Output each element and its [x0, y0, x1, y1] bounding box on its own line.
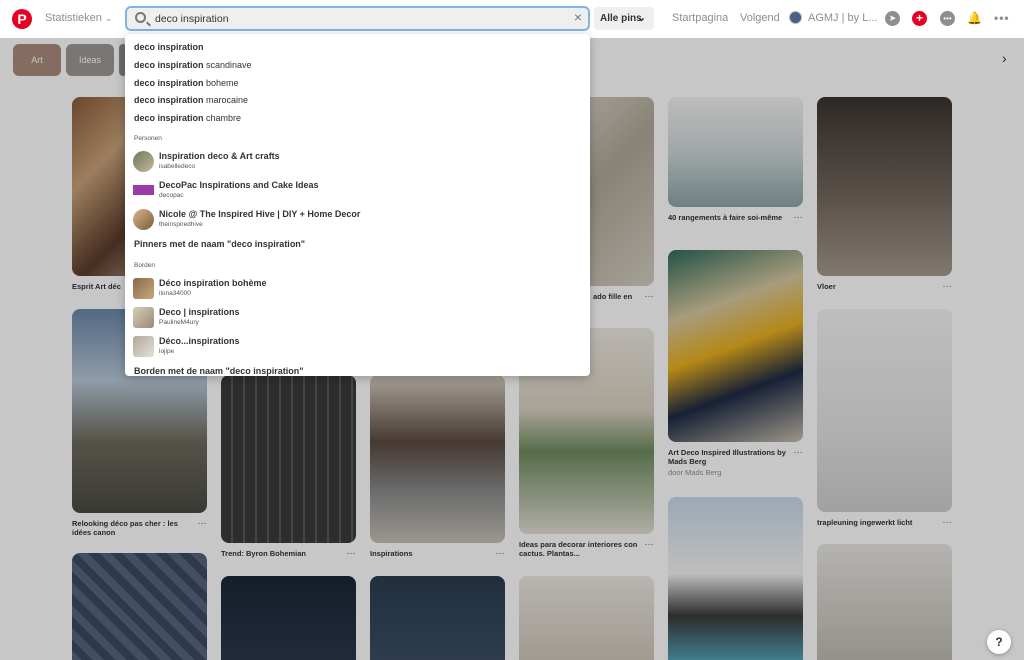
- board-result[interactable]: Déco inspiration bohème ilona34000: [125, 274, 590, 303]
- person-result[interactable]: DecoPac Inspirations and Cake Ideas decop…: [125, 176, 590, 205]
- board-thumbnail: [133, 335, 154, 357]
- person-avatar: [133, 208, 154, 230]
- board-owner: ilona34000: [159, 290, 191, 298]
- person-name: Inspiration deco & Art crafts: [159, 151, 280, 162]
- person-handle: isabelledeco: [159, 163, 196, 171]
- board-owner: PaulineM4ury: [159, 319, 199, 327]
- notifications-bell-icon[interactable]: 🔔: [967, 11, 982, 26]
- chevron-down-icon: ⌄: [104, 13, 113, 23]
- nav-following[interactable]: Volgend: [740, 12, 780, 24]
- board-thumbnail: [133, 306, 154, 328]
- board-owner: lojipe: [159, 348, 175, 356]
- suggestion-item[interactable]: deco inspiration chambre: [125, 110, 590, 128]
- board-thumbnail: [133, 277, 154, 299]
- board-result[interactable]: Deco | inspirations PaulineM4ury: [125, 303, 590, 332]
- people-section-title: Personen: [134, 134, 162, 142]
- nav-home[interactable]: Startpagina: [672, 12, 728, 24]
- search-icon: [135, 12, 146, 23]
- top-header: P Statistieken⌄ × Alle pins⌄ Startpagina…: [0, 0, 1024, 38]
- profile-name[interactable]: AGMJ | by L...: [808, 12, 878, 24]
- help-button[interactable]: ?: [987, 630, 1011, 654]
- board-name: Deco | inspirations: [159, 307, 240, 318]
- suggestion-item[interactable]: deco inspiration: [125, 39, 590, 57]
- clear-search-icon[interactable]: ×: [574, 9, 582, 25]
- statistics-label: Statistieken: [45, 12, 102, 24]
- more-options-icon[interactable]: •••: [994, 11, 1009, 26]
- search-filter-dropdown[interactable]: Alle pins ⌄: [594, 7, 654, 30]
- boards-section-title: Borden: [134, 261, 155, 269]
- suggestion-query: deco inspiration: [134, 59, 204, 70]
- pinterest-app: P Statistieken⌄ × Alle pins⌄ Startpagina…: [0, 0, 1024, 660]
- person-avatar: [133, 185, 154, 196]
- suggestion-query: deco inspiration: [134, 42, 204, 52]
- suggestion-completion: boheme: [203, 77, 239, 88]
- search-filter-label: Alle pins: [600, 13, 642, 24]
- suggestion-query: deco inspiration: [134, 113, 204, 124]
- suggestion-completion: chambre: [203, 113, 242, 124]
- suggestion-item[interactable]: deco inspiration scandinave: [125, 57, 590, 75]
- person-handle: decopac: [159, 192, 184, 200]
- profile-avatar[interactable]: [789, 11, 802, 24]
- boards-search-link[interactable]: Borden met de naam "deco inspiration": [125, 361, 590, 382]
- suggestion-completion: marocaine: [203, 95, 249, 106]
- person-result[interactable]: Inspiration deco & Art crafts isabelledec…: [125, 147, 590, 176]
- statistics-menu[interactable]: Statistieken ⌄: [45, 12, 112, 24]
- person-result[interactable]: Nicole @ The Inspired Hive | DIY + Home …: [125, 205, 590, 234]
- suggestion-item[interactable]: deco inspiration marocaine: [125, 92, 590, 110]
- search-bar[interactable]: ×: [125, 6, 590, 31]
- board-result[interactable]: Déco...inspirations lojipe: [125, 332, 590, 361]
- messages-icon[interactable]: •••: [940, 11, 955, 26]
- chevron-down-icon: ⌄: [636, 12, 646, 24]
- create-plus-icon[interactable]: +: [912, 11, 927, 26]
- suggestion-query: deco inspiration: [134, 95, 204, 106]
- suggestion-completion: scandinave: [203, 59, 252, 70]
- pinterest-logo-icon[interactable]: P: [12, 9, 32, 29]
- person-name: DecoPac Inspirations and Cake Ideas: [159, 180, 319, 191]
- person-handle: theinspiredhive: [159, 221, 203, 229]
- board-name: Déco...inspirations: [159, 336, 240, 347]
- suggestion-query: deco inspiration: [134, 77, 204, 88]
- suggestion-item[interactable]: deco inspiration boheme: [125, 75, 590, 93]
- person-name: Nicole @ The Inspired Hive | DIY + Home …: [159, 209, 361, 220]
- person-avatar: [133, 150, 154, 172]
- search-input[interactable]: [155, 11, 555, 27]
- board-name: Déco inspiration bohème: [159, 278, 267, 289]
- people-search-link[interactable]: Pinners met de naam "deco inspiration": [125, 234, 590, 255]
- search-suggestions-dropdown: deco inspiration deco inspiration scandi…: [125, 34, 590, 376]
- explore-compass-icon[interactable]: ➤: [885, 11, 900, 26]
